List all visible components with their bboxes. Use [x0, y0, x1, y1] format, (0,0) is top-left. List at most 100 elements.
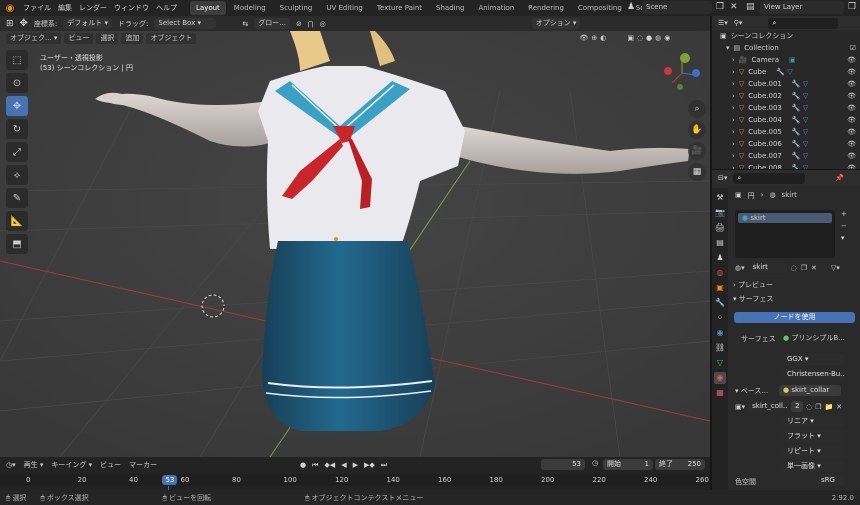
shading-wire-icon[interactable]: ◌: [637, 34, 643, 42]
extension-dropdown[interactable]: リピート ▾: [783, 446, 845, 457]
area-divider-h[interactable]: [712, 169, 860, 170]
material-tab-icon[interactable]: ◉: [714, 372, 726, 384]
camera-view-icon[interactable]: 🎥: [688, 142, 706, 160]
copy-scene-icon[interactable]: ❐: [716, 2, 724, 12]
view-layer-selector[interactable]: View Layer: [760, 1, 844, 14]
pivot-icon[interactable]: ⇆: [242, 20, 248, 28]
mode-dropdown[interactable]: オブジェク... ▾: [6, 32, 62, 44]
outliner-item[interactable]: › ▽ Cube.002 🔧 ▽ 👁: [712, 90, 860, 102]
texture-tab-icon[interactable]: ▦: [714, 387, 726, 399]
eye-icon[interactable]: 👁: [847, 56, 856, 64]
particles-tab-icon[interactable]: ⁘: [714, 312, 726, 324]
shading-solid-icon[interactable]: ●: [646, 34, 652, 42]
expand-arrow-icon[interactable]: ›: [732, 56, 735, 64]
tab-layout[interactable]: Layout: [190, 1, 226, 15]
browse-material-icon[interactable]: ◍▾: [735, 264, 745, 272]
play-reverse-icon[interactable]: ◀: [341, 461, 346, 469]
colorspace-dropdown[interactable]: sRG: [817, 475, 845, 486]
outliner-item[interactable]: › ▽ Cube.007 🔧 ▽ 👁: [712, 150, 860, 162]
tool-tab-icon[interactable]: ⚒: [714, 192, 726, 204]
options-dropdown[interactable]: オプション ▾: [531, 18, 581, 29]
checkbox-icon[interactable]: ☑: [850, 44, 856, 52]
pin-icon[interactable]: 📌: [835, 174, 844, 182]
gizmo-toggle-icon[interactable]: ⊕: [591, 34, 597, 42]
expand-arrow-icon[interactable]: ›: [732, 68, 735, 76]
slot-remove-icon[interactable]: −: [841, 222, 847, 230]
world-tab-icon[interactable]: ◍: [714, 267, 726, 279]
scene-selector[interactable]: Scene: [642, 1, 712, 14]
outliner-item[interactable]: › 🎥 Camera ▣ 👁: [712, 54, 860, 66]
image-browse-icon[interactable]: ▣▾: [735, 403, 745, 411]
shading-rendered-icon[interactable]: ◉: [664, 34, 670, 42]
start-frame-field[interactable]: 開始 1: [603, 459, 653, 470]
interpolation-dropdown[interactable]: リニア ▾: [783, 416, 845, 427]
slot-specials-icon[interactable]: ▾: [841, 234, 847, 242]
add-cube-tool-icon[interactable]: ⬒: [6, 234, 28, 254]
surface-panel-header[interactable]: ▾ サーフェス: [733, 294, 773, 304]
base-color-field[interactable]: ● skirt_collar: [779, 385, 841, 396]
next-key-icon[interactable]: ▶◆: [364, 461, 375, 469]
area-divider[interactable]: [710, 16, 712, 490]
viewport-menu-object[interactable]: オブジェクト: [146, 32, 197, 44]
timeline-editor-icon[interactable]: ◷▾: [6, 461, 16, 469]
viewport-menu-add[interactable]: 追加: [121, 32, 144, 44]
snap-icon[interactable]: ⊘: [296, 20, 302, 28]
expand-arrow-icon[interactable]: ›: [732, 116, 735, 124]
outliner-search-input[interactable]: ⌕: [768, 17, 839, 29]
material-name-field[interactable]: skirt: [748, 262, 787, 273]
menu-window[interactable]: ウィンドウ: [114, 3, 149, 13]
data-tab-icon[interactable]: ▽: [714, 357, 726, 369]
tab-modeling[interactable]: Modeling: [228, 1, 272, 15]
subsurface-method-dropdown[interactable]: Christensen-Bu...: [783, 369, 845, 380]
ortho-grid-icon[interactable]: ▦: [688, 163, 706, 181]
distribution-dropdown[interactable]: GGX ▾: [783, 354, 845, 365]
expand-arrow-icon[interactable]: ›: [732, 128, 735, 136]
xray-icon[interactable]: ▣: [627, 34, 634, 42]
timeline-menu-marker[interactable]: マーカー: [129, 460, 157, 470]
transform-tool-icon[interactable]: ⟡: [6, 165, 28, 185]
eye-icon[interactable]: 👁: [847, 128, 856, 136]
link-dropdown-icon[interactable]: ▽▾: [831, 264, 840, 272]
slot-add-icon[interactable]: +: [841, 210, 847, 218]
blender-logo-icon[interactable]: ◉: [4, 2, 16, 14]
image-unlink-icon[interactable]: ✕: [836, 403, 842, 411]
delete-scene-icon[interactable]: ✕: [730, 2, 738, 12]
expand-arrow-icon[interactable]: ›: [732, 140, 735, 148]
rotate-tool-icon[interactable]: ↻: [6, 119, 28, 139]
menu-help[interactable]: ヘルプ: [156, 3, 177, 13]
tab-sculpting[interactable]: Sculpting: [274, 1, 319, 15]
viewport-menu-view[interactable]: ビュー: [64, 32, 94, 44]
eye-icon[interactable]: 👁: [847, 140, 856, 148]
jump-end-icon[interactable]: ⏭: [381, 461, 387, 470]
outliner-editor-icon[interactable]: ☰▾: [718, 19, 728, 27]
image-new-icon[interactable]: ❐: [815, 403, 821, 411]
current-frame-field[interactable]: 53: [541, 459, 585, 470]
material-slot-item[interactable]: ● skirt: [738, 213, 832, 223]
copy-view-layer-icon[interactable]: ❐: [848, 2, 856, 12]
object-tab-icon[interactable]: ▣: [714, 282, 726, 294]
editor-type-icon[interactable]: ⊞: [6, 19, 14, 29]
measure-tool-icon[interactable]: 📐: [6, 211, 28, 231]
output-tab-icon[interactable]: 🖨: [714, 222, 726, 234]
move-tool-button-icon[interactable]: ✥: [6, 96, 28, 116]
viewport-menu-select[interactable]: 選択: [96, 32, 119, 44]
expand-arrow-icon[interactable]: ›: [732, 104, 735, 112]
pan-hand-icon[interactable]: ✋: [688, 121, 706, 139]
unlink-material-icon[interactable]: ✕: [811, 264, 817, 272]
menu-edit[interactable]: 編集: [58, 3, 72, 13]
projection-dropdown[interactable]: フラット ▾: [783, 431, 845, 442]
outliner-item[interactable]: › ▽ Cube 🔧 ▽ 👁: [712, 66, 860, 78]
expand-arrow-icon[interactable]: ›: [732, 92, 735, 100]
drag-dropdown[interactable]: Select Box ▾: [154, 18, 217, 29]
scene-tab-icon[interactable]: ♟: [714, 252, 726, 264]
menu-file[interactable]: ファイル: [23, 3, 51, 13]
constraints-tab-icon[interactable]: ⛓: [714, 342, 726, 354]
image-fake-user-icon[interactable]: ◌: [806, 403, 812, 411]
tab-shading[interactable]: Shading: [430, 1, 470, 15]
expand-arrow-icon[interactable]: ›: [732, 152, 735, 160]
zoom-icon[interactable]: ⌕: [688, 100, 706, 118]
3d-viewport[interactable]: [0, 31, 710, 457]
use-nodes-button[interactable]: ノードを使用: [734, 312, 855, 323]
image-open-icon[interactable]: 📁: [825, 403, 834, 411]
eye-icon[interactable]: 👁: [847, 104, 856, 112]
